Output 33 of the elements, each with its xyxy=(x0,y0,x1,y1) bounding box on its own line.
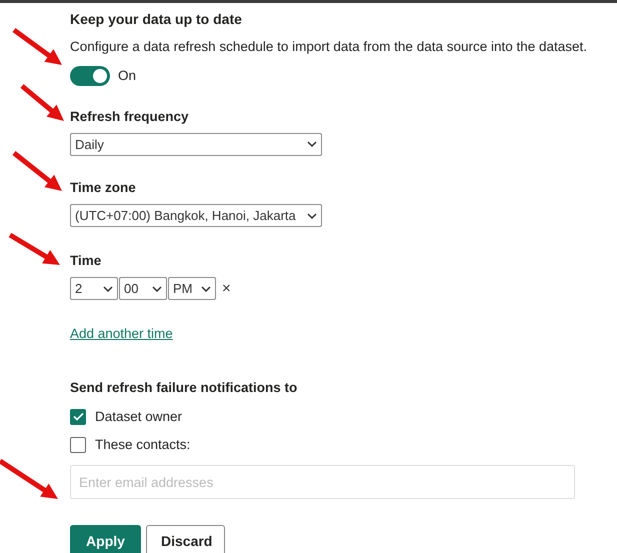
checkmark-icon xyxy=(72,412,84,422)
dropdown[interactable]: (UTC+07:00) Bangkok, Hanoi, Jakarta xyxy=(70,204,322,227)
apply-button[interactable]: Apply xyxy=(70,525,141,553)
chevron-icon xyxy=(307,141,317,148)
dropdown[interactable]: 00 xyxy=(119,277,167,300)
add-time-link[interactable]: Add another time xyxy=(70,326,173,342)
checkbox-label: Dataset owner xyxy=(95,408,182,426)
dropdown[interactable]: Daily xyxy=(70,132,322,156)
annotation-arrow xyxy=(8,232,60,265)
annotation-arrow xyxy=(0,458,58,499)
chevron-icon xyxy=(201,286,211,292)
toggle-switch[interactable] xyxy=(70,66,110,86)
checkbox[interactable] xyxy=(70,408,86,425)
field-label: Time xyxy=(70,252,102,270)
toggle-label: On xyxy=(118,67,136,86)
field-label: Refresh frequency xyxy=(70,108,190,126)
annotation-arrow xyxy=(12,151,62,191)
chevron-icon xyxy=(152,286,162,292)
checkbox[interactable] xyxy=(70,436,86,453)
discard-button[interactable]: Discard xyxy=(146,525,225,553)
section-title: Keep your data up to date xyxy=(70,10,243,29)
chevron-icon xyxy=(307,212,317,218)
field-label: Time zone xyxy=(70,178,137,197)
remove-time-button[interactable]: × xyxy=(222,281,231,296)
dropdown[interactable]: PM xyxy=(168,277,216,300)
field-label: Send refresh failure notifications to xyxy=(70,379,298,398)
dropdown[interactable]: 2 xyxy=(70,277,118,300)
email-input-field[interactable]: Enter email addresses xyxy=(70,465,575,499)
chevron-icon xyxy=(103,286,113,292)
annotation-arrow xyxy=(12,28,62,65)
checkbox-label: These contacts: xyxy=(95,436,190,454)
section-description: Configure a data refresh schedule to import data from the data source into the dataset. xyxy=(70,38,588,56)
annotation-arrow xyxy=(20,84,64,121)
